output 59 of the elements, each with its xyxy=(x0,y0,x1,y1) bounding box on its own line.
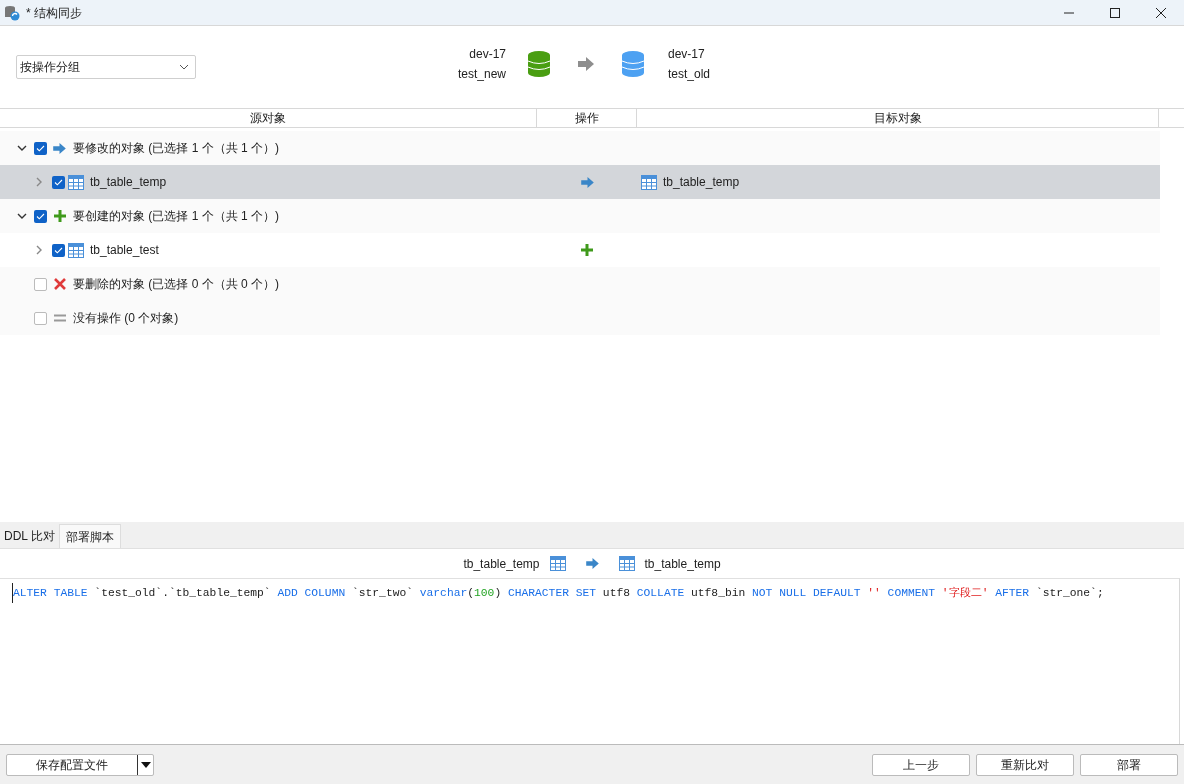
checkbox[interactable] xyxy=(34,141,47,155)
checkbox[interactable] xyxy=(52,175,65,189)
checkbox[interactable] xyxy=(34,311,47,325)
table-icon xyxy=(68,174,84,190)
plus-icon xyxy=(581,244,593,256)
plus-icon xyxy=(53,210,66,222)
tab[interactable]: DDL 比对 xyxy=(0,524,59,548)
chevron-down-icon[interactable] xyxy=(17,211,27,221)
table-icon xyxy=(641,174,657,190)
tab[interactable]: 部署脚本 xyxy=(58,524,121,548)
chevron-right-icon[interactable] xyxy=(34,245,44,255)
chevron-down-icon[interactable] xyxy=(17,143,27,153)
group-label: 没有操作 (0 个对象) xyxy=(73,310,179,327)
tree-row[interactable]: tb_table_temp tb_table_temp xyxy=(0,165,1160,199)
source-database: test_new xyxy=(457,66,506,83)
arrow-right-icon xyxy=(585,558,599,569)
arrow-right-icon xyxy=(578,57,594,71)
database-icon xyxy=(528,51,550,77)
target-database: test_old xyxy=(668,66,711,83)
source-server: dev-17 xyxy=(469,46,506,63)
close-icon xyxy=(1156,7,1166,18)
save-config-button[interactable]: 保存配置文件 xyxy=(6,753,154,776)
column-header[interactable]: 目标对象 xyxy=(637,109,1159,127)
footer-button[interactable]: 上一步 xyxy=(872,753,970,776)
checkbox[interactable] xyxy=(52,243,65,257)
source-table-name: tb_table_temp xyxy=(463,555,540,573)
caret-icon xyxy=(140,761,151,768)
table-icon xyxy=(68,242,84,258)
footer-button[interactable]: 部署 xyxy=(1080,753,1178,776)
footer-button[interactable]: 重新比对 xyxy=(976,753,1074,776)
tree-group-row[interactable]: 要创建的对象 (已选择 1 个（共 1 个）) xyxy=(0,199,1160,233)
tree-group-row[interactable]: 要删除的对象 (已选择 0 个（共 0 个）) xyxy=(0,267,1160,301)
tree-group-row[interactable]: 要修改的对象 (已选择 1 个（共 1 个）) xyxy=(0,131,1160,165)
table-icon xyxy=(618,556,635,571)
chevron-down-icon xyxy=(179,64,189,70)
group-by-dropdown[interactable]: 按操作分组 xyxy=(16,55,196,79)
arrow-right-icon xyxy=(580,176,594,188)
cross-icon xyxy=(53,278,66,290)
table-name: tb_table_temp xyxy=(90,174,167,191)
database-sync-icon xyxy=(4,4,20,21)
sql-statement: ALTER TABLE `test_old`.`tb_table_temp` ADD COLUMN `str_two` varchar(100) CHARACTER SET utf8 COLLATE utf8_bin NOT NULL DEFAULT '' COMMENT '字段二' AFTER `str_one`; xyxy=(12,583,1104,603)
arrow-right-icon xyxy=(53,142,66,154)
window-title: * 结构同步 xyxy=(26,4,82,22)
target-server: dev-17 xyxy=(668,46,706,63)
group-label: 要删除的对象 (已选择 0 个（共 0 个）) xyxy=(73,276,279,293)
maximize-icon xyxy=(1110,7,1120,18)
table-name: tb_table_test xyxy=(90,242,159,259)
target-table-name: tb_table_temp xyxy=(663,174,740,191)
group-label: 要修改的对象 (已选择 1 个（共 1 个）) xyxy=(73,140,279,157)
column-header[interactable]: 操作 xyxy=(537,109,637,127)
equals-icon xyxy=(53,314,66,322)
column-header[interactable]: 源对象 xyxy=(0,109,537,127)
database-icon xyxy=(622,51,644,77)
checkbox[interactable] xyxy=(34,277,47,291)
checkbox[interactable] xyxy=(34,209,47,223)
target-table-name: tb_table_temp xyxy=(644,555,721,573)
group-label: 要创建的对象 (已选择 1 个（共 1 个）) xyxy=(73,208,279,225)
table-icon xyxy=(549,556,566,571)
tree-group-row[interactable]: 没有操作 (0 个对象) xyxy=(0,301,1160,335)
